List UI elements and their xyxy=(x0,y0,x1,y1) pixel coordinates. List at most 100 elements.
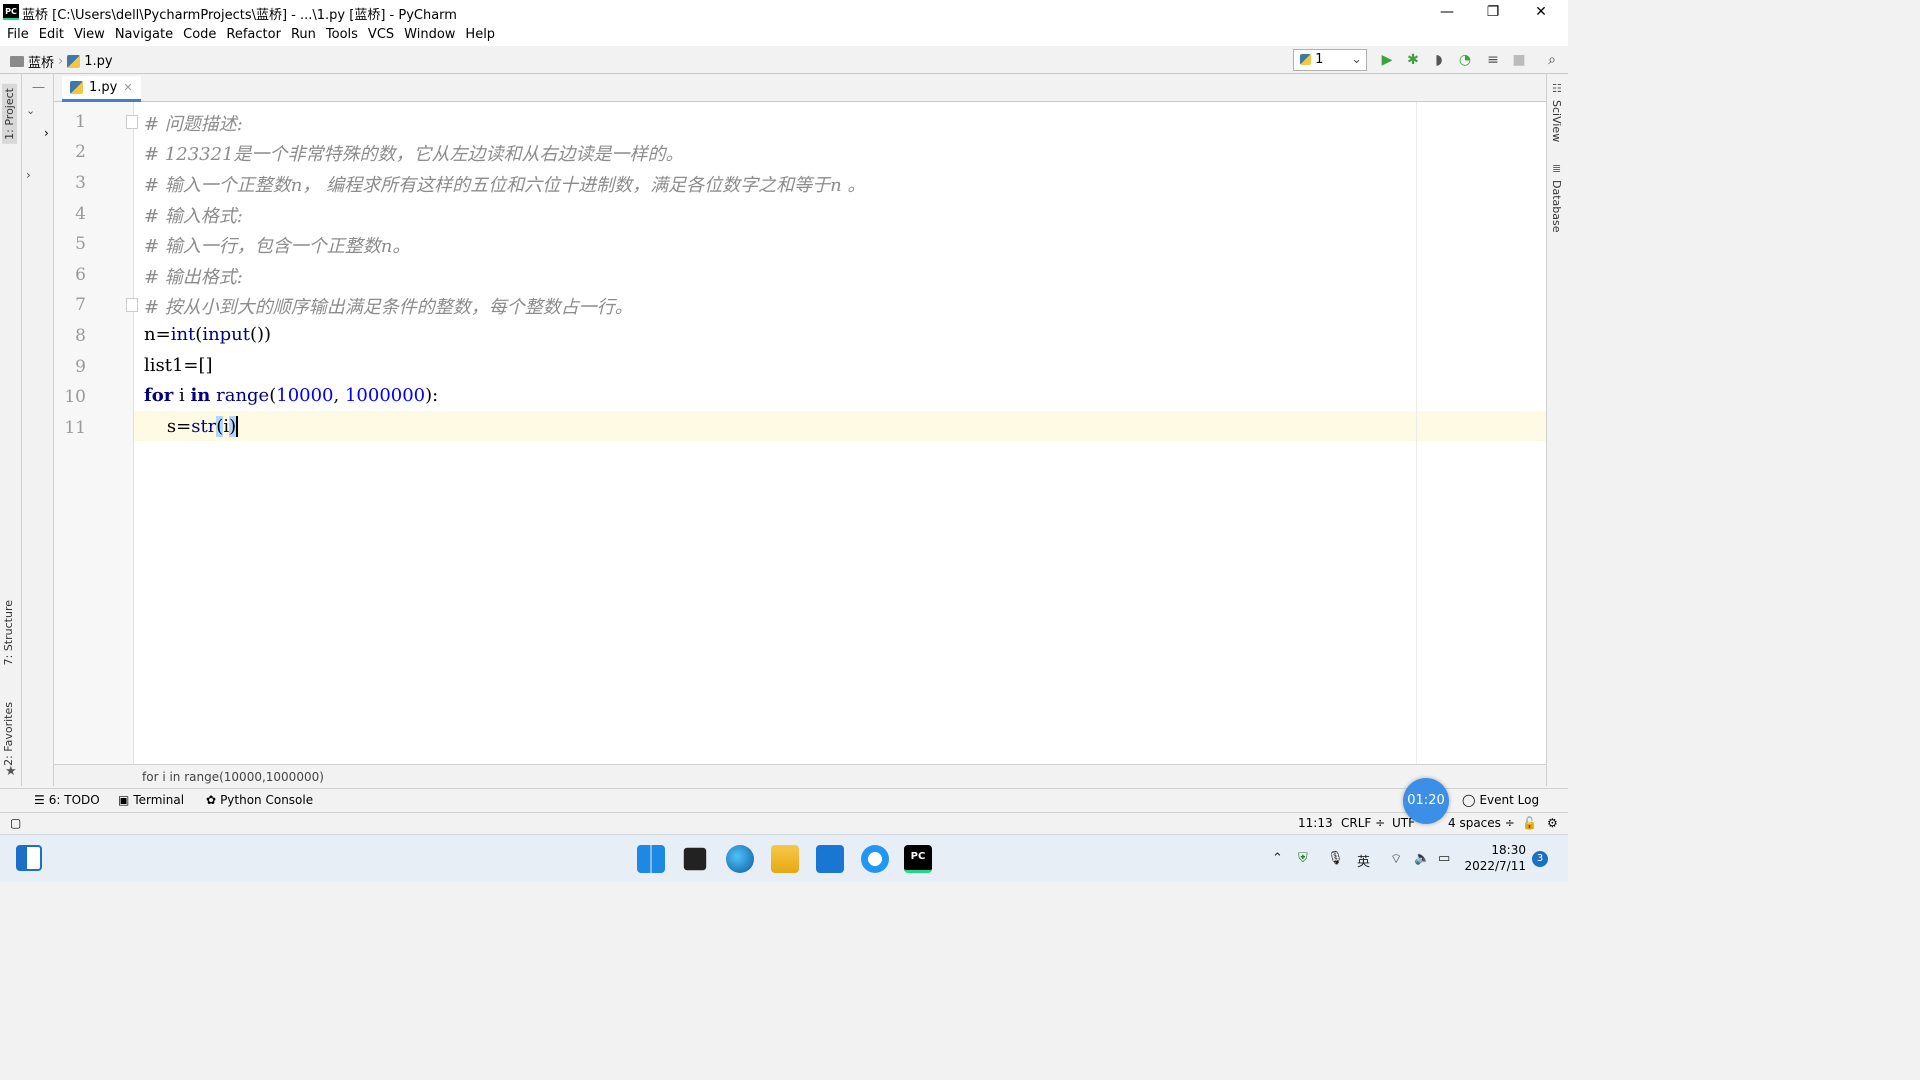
run-icon[interactable]: ▶ xyxy=(1378,51,1396,69)
menu-code[interactable]: Code xyxy=(178,24,221,46)
line-gutter: 1 2 3 4 5 6 7 8 9 10 11 xyxy=(54,102,138,764)
task-view-icon[interactable] xyxy=(683,847,707,871)
todo-label: 6: TODO xyxy=(48,793,100,807)
menu-run[interactable]: Run xyxy=(286,24,321,46)
microphone-icon[interactable]: 🎙 xyxy=(1327,851,1344,866)
python-console-button[interactable]: ✿ Python Console xyxy=(206,793,313,807)
fold-icon[interactable] xyxy=(126,115,138,129)
window-title: 蓝桥 [C:\Users\dell\PycharmProjects\蓝桥] - … xyxy=(22,8,457,23)
start-icon[interactable] xyxy=(637,845,665,873)
hide-panel-icon[interactable]: — xyxy=(32,80,45,95)
breadcrumb-project[interactable]: 蓝桥 xyxy=(28,52,54,71)
menu-vcs[interactable]: VCS xyxy=(363,24,399,46)
line-separator[interactable]: CRLF ÷ xyxy=(1341,816,1385,830)
code-line: # 123321是一个非常特殊的数，它从左边读和从右边读是一样的。 xyxy=(144,144,684,165)
stop-icon[interactable]: ■ xyxy=(1510,51,1528,69)
code-token: s= xyxy=(144,416,192,437)
lock-icon[interactable]: 🔓 xyxy=(1522,816,1537,830)
scope-breadcrumb[interactable]: for i in range(10000,1000000) xyxy=(54,764,1546,788)
favorites-tool-tab[interactable]: 2: Favorites xyxy=(2,702,15,766)
battery-icon[interactable]: ▭ xyxy=(1438,851,1450,866)
minimize-button[interactable]: — xyxy=(1424,0,1470,24)
menu-bar: File Edit View Navigate Code Refactor Ru… xyxy=(0,24,1568,46)
structure-tool-tab[interactable]: 7: Structure xyxy=(2,600,15,665)
line-number: 3 xyxy=(75,173,86,193)
volume-icon[interactable]: 🔈 xyxy=(1414,851,1430,866)
wifi-icon[interactable]: ⌔ xyxy=(1390,851,1402,867)
database-tool-tab[interactable]: Database xyxy=(1550,180,1563,233)
event-log-button[interactable]: ◯ Event Log xyxy=(1462,793,1539,807)
menu-file[interactable]: File xyxy=(2,24,34,46)
breadcrumb: 蓝桥 › 1.py xyxy=(10,52,113,71)
left-tool-strip: 1: Project 7: Structure 2: Favorites ★ xyxy=(0,74,22,786)
line-number: 1 xyxy=(75,112,86,132)
line-number: 4 xyxy=(75,204,86,224)
menu-help[interactable]: Help xyxy=(460,24,500,46)
sciview-tool-tab[interactable]: SciView xyxy=(1550,100,1563,142)
code-line: n=int(input()) xyxy=(144,324,271,345)
chevron-right-icon: › xyxy=(58,54,64,69)
number-token: 10000 xyxy=(276,385,334,406)
chevron-right-icon[interactable]: › xyxy=(26,168,31,182)
restore-button[interactable]: ❐ xyxy=(1470,0,1516,24)
line-number: 5 xyxy=(75,234,86,254)
security-icon[interactable]: ⛨ xyxy=(1298,851,1308,866)
mail-icon[interactable] xyxy=(816,845,844,873)
event-log-label: Event Log xyxy=(1479,793,1540,807)
line-number: 9 xyxy=(75,357,86,377)
star-icon: ★ xyxy=(5,764,17,779)
project-tool-tab[interactable]: 1: Project xyxy=(2,84,17,144)
code-editor[interactable]: 1 2 3 4 5 6 7 8 9 10 11 # 问题描述: # 123321… xyxy=(54,102,1546,764)
number-token: 1000000 xyxy=(344,385,426,406)
list-icon: ☰ xyxy=(34,793,45,807)
database-icon: ≣ xyxy=(1552,162,1562,175)
tab-1py[interactable]: 1.py ✕ xyxy=(62,76,141,102)
clock-time[interactable]: 18:30 xyxy=(1478,843,1526,857)
code-line: # 输入一行，包含一个正整数n。 xyxy=(144,236,411,257)
ime-indicator[interactable]: 英 xyxy=(1357,851,1370,870)
menu-edit[interactable]: Edit xyxy=(34,24,69,46)
timer-badge[interactable]: 01:20 xyxy=(1403,778,1449,824)
profile-icon[interactable]: ◔ xyxy=(1456,51,1474,69)
code-token: i xyxy=(173,385,191,406)
menu-navigate[interactable]: Navigate xyxy=(110,24,178,46)
coverage-icon[interactable]: ◗ xyxy=(1430,51,1448,69)
code-token: n= xyxy=(144,324,171,345)
caret-position[interactable]: 11:13 xyxy=(1298,816,1333,830)
search-icon[interactable]: ⌕ xyxy=(1543,51,1561,69)
breadcrumb-file[interactable]: 1.py xyxy=(84,54,112,69)
code-line: # 问题描述: xyxy=(144,114,243,135)
menu-tools[interactable]: Tools xyxy=(321,24,363,46)
close-button[interactable]: ✕ xyxy=(1518,0,1564,24)
menu-refactor[interactable]: Refactor xyxy=(221,24,286,46)
todo-tool-button[interactable]: ☰ 6: TODO xyxy=(34,793,100,807)
inspector-icon[interactable]: ⚙ xyxy=(1547,816,1558,830)
menu-window[interactable]: Window xyxy=(399,24,460,46)
menu-view[interactable]: View xyxy=(69,24,110,46)
toggle-panel-icon[interactable]: ▢ xyxy=(10,816,21,830)
chevron-right-icon[interactable]: › xyxy=(44,126,49,140)
pycharm-taskbar-icon[interactable]: PC xyxy=(904,845,932,873)
chevron-up-icon[interactable]: ⌃ xyxy=(1272,851,1283,866)
fold-icon[interactable] xyxy=(126,298,138,312)
python-file-icon xyxy=(1300,54,1311,65)
line-number: 11 xyxy=(64,418,86,438)
close-tab-icon[interactable]: ✕ xyxy=(123,81,132,94)
line-number: 10 xyxy=(64,387,86,407)
notification-badge[interactable]: 3 xyxy=(1532,851,1548,867)
concurrency-icon[interactable]: ≡ xyxy=(1484,51,1502,69)
current-line-highlight xyxy=(54,411,1546,441)
terminal-tool-button[interactable]: ▣ Terminal xyxy=(118,793,184,807)
clock-date[interactable]: 2022/7/11 xyxy=(1464,859,1526,873)
app-icon[interactable] xyxy=(861,845,889,873)
indent-setting[interactable]: 4 spaces ÷ xyxy=(1448,816,1515,830)
collapse-chevron-icon[interactable]: ⌄ xyxy=(26,104,35,117)
file-explorer-icon[interactable] xyxy=(771,845,799,873)
debug-icon[interactable]: ✱ xyxy=(1404,51,1422,69)
run-config-select[interactable]: 1 ⌄ xyxy=(1293,49,1367,71)
tab-label: 1.py xyxy=(89,80,118,95)
code-token: ): xyxy=(425,385,439,406)
widgets-icon[interactable] xyxy=(16,845,42,871)
code-line: # 输入一个正整数n， 编程求所有这样的五位和六位十进制数，满足各位数字之和等于… xyxy=(144,175,866,196)
edge-icon[interactable] xyxy=(726,845,754,873)
